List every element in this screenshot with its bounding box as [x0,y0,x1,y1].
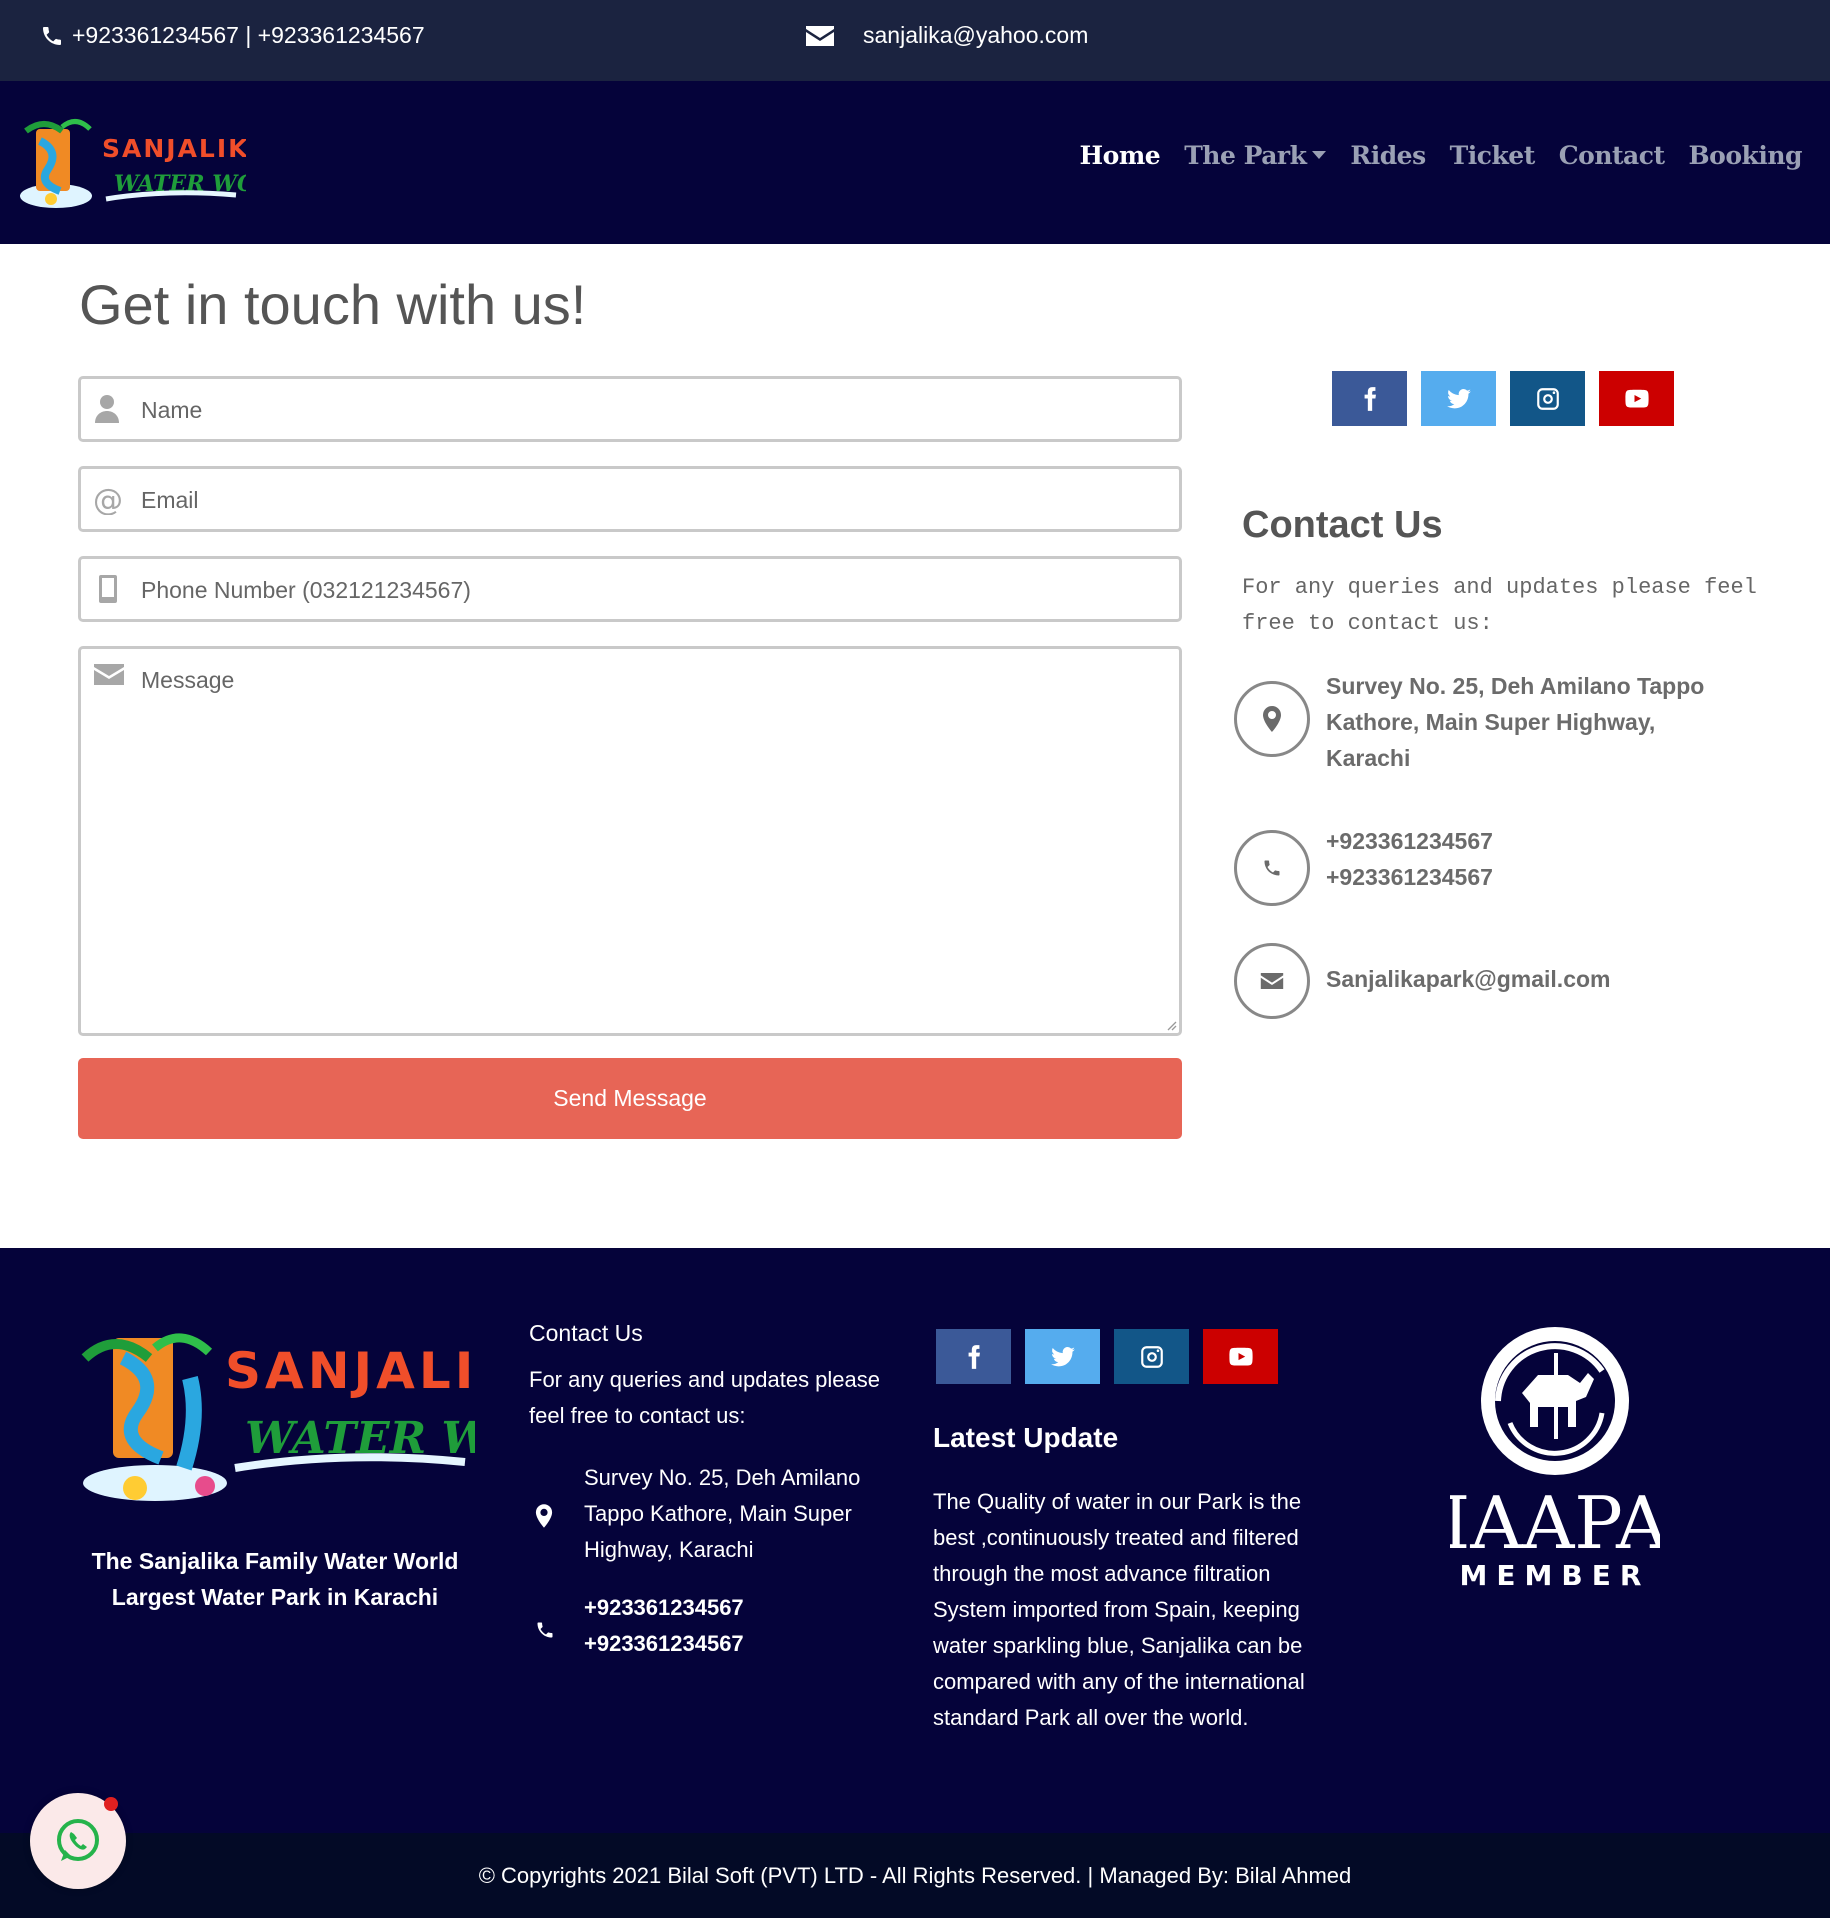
envelope-icon [806,25,834,46]
phone-icon [43,26,61,45]
email-circle [1234,943,1310,1019]
svg-text:SANJALIKA: SANJALIKA [225,1342,475,1400]
contact-phone-1[interactable]: +923361234567 [1326,823,1493,859]
contact-phone-2[interactable]: +923361234567 [1326,859,1493,895]
location-circle [1234,681,1310,757]
email-placeholder: Email [141,487,199,513]
message-field[interactable]: Message [78,646,1182,1036]
nav-menu: Home The Park Rides Ticket Contact Booki… [1080,141,1803,170]
nav-booking[interactable]: Booking [1689,141,1803,170]
at-icon: @ [93,483,123,515]
nav-rides[interactable]: Rides [1350,141,1426,170]
footer-instagram-button[interactable] [1114,1329,1189,1384]
footer-logo: SANJALIKA WATER WORLD [81,1333,475,1501]
contact-address: Survey No. 25, Deh Amilano Tappo Kathore… [1326,673,1705,771]
footer-phone-2[interactable]: +923361234567 [584,1626,744,1662]
top-phone-text: +923361234567 | +923361234567 [72,22,425,48]
name-field[interactable]: Name [78,376,1182,442]
contact-email[interactable]: Sanjalikapark@gmail.com [1326,961,1611,997]
envelope-icon [1260,973,1284,989]
email-field[interactable]: @ Email [78,466,1182,532]
phone-field[interactable]: Phone Number (032121234567) [78,556,1182,622]
twitter-button[interactable] [1421,371,1496,426]
nav-the-park[interactable]: The Park [1184,141,1327,170]
latest-update-title: Latest Update [933,1422,1119,1453]
chevron-down-icon [1312,150,1327,159]
resize-handle-icon[interactable] [1165,1019,1177,1031]
svg-text:@: @ [93,483,123,515]
contact-us-desc: For any queries and updates please feel … [1242,575,1757,636]
mobile-icon [99,575,117,603]
nav-the-park-label: The Park [1184,141,1307,170]
phone-placeholder: Phone Number (032121234567) [141,577,471,603]
main-navbar: SANJALIKA WATER WORLD Home The Park Ride… [0,81,1830,244]
footer-youtube-button[interactable] [1203,1329,1278,1384]
footer-contact-desc: For any queries and updates please feel … [529,1367,881,1428]
phone-circle [1234,830,1310,906]
social-links [1332,371,1674,426]
youtube-icon [1624,389,1649,408]
youtube-icon [1228,1347,1253,1366]
top-contact-bar: +923361234567 | +923361234567 sanjalika@… [0,0,1830,81]
envelope-icon [94,664,124,685]
send-message-button[interactable]: Send Message [78,1058,1182,1139]
latest-update-body: The Quality of water in our Park is the … [933,1489,1305,1730]
phone-icon [1264,860,1280,876]
page-title: Get in touch with us! [79,273,587,336]
iaapa-member-logo: IAAPA MEMBER [1450,1327,1660,1592]
nav-contact[interactable]: Contact [1559,141,1665,170]
whatsapp-icon [57,1819,99,1861]
top-phone: +923361234567 | +923361234567 [40,22,425,49]
top-email[interactable]: sanjalika@yahoo.com [805,22,1088,49]
message-placeholder: Message [141,667,235,693]
footer-tagline-1: The Sanjalika Family Water World [91,1548,459,1574]
footer-tagline-2: Largest Water Park in Karachi [111,1584,439,1610]
nav-home[interactable]: Home [1080,141,1161,170]
footer-facebook-button[interactable] [936,1329,1011,1384]
twitter-icon [1050,1346,1075,1366]
footer-tagline: The Sanjalika Family Water World Largest… [60,1543,490,1615]
notification-dot [104,1797,118,1811]
instagram-icon [1536,387,1559,410]
facebook-icon [968,1344,980,1369]
top-email-text: sanjalika@yahoo.com [863,22,1089,48]
footer-twitter-button[interactable] [1025,1329,1100,1384]
user-icon [95,395,119,423]
name-placeholder: Name [141,397,203,423]
map-marker-icon [535,1504,553,1528]
svg-text:SANJALIKA: SANJALIKA [102,134,246,163]
iaapa-member-word: MEMBER [1460,1559,1651,1592]
instagram-icon [1140,1345,1163,1368]
map-marker-icon [1263,706,1281,732]
youtube-button[interactable] [1599,371,1674,426]
contact-us-title: Contact Us [1242,504,1443,546]
instagram-button[interactable] [1510,371,1585,426]
twitter-icon [1446,388,1471,408]
phone-icon [537,1622,553,1638]
copyright-bar: © Copyrights 2021 Bilal Soft (PVT) LTD -… [0,1833,1830,1918]
iaapa-word: IAAPA [1450,1481,1660,1565]
footer-contact-title: Contact Us [529,1320,643,1346]
footer-social-links [936,1329,1278,1384]
footer-address: Survey No. 25, Deh Amilano Tappo Kathore… [584,1465,861,1562]
nav-ticket[interactable]: Ticket [1450,141,1536,170]
footer-phone-1[interactable]: +923361234567 [584,1590,744,1626]
facebook-button[interactable] [1332,371,1407,426]
footer: SANJALIKA WATER WORLD The Sanjalika Fami… [0,1248,1830,1833]
site-logo[interactable]: SANJALIKA WATER WORLD [16,111,246,216]
footer-phones: +923361234567 +923361234567 [584,1590,744,1662]
contact-phones: +923361234567 +923361234567 [1326,823,1493,895]
facebook-icon [1364,386,1376,411]
